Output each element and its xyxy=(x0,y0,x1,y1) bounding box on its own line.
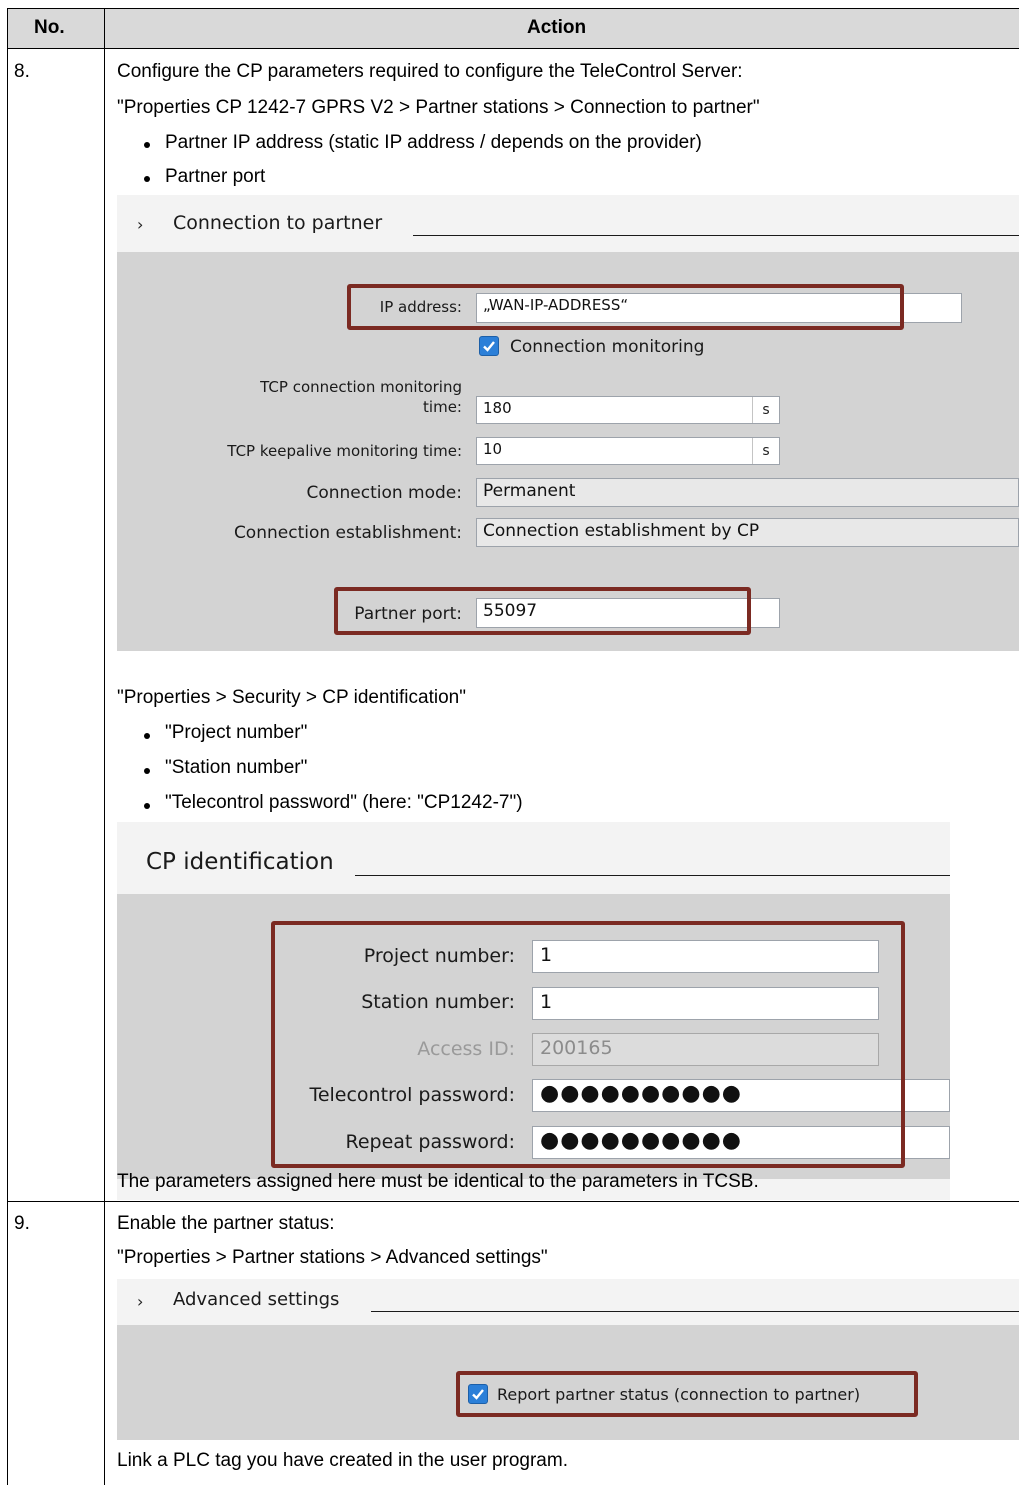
highlight-frame xyxy=(347,284,904,330)
section-rule xyxy=(413,235,1019,236)
bullet-text: "Telecontrol password" (here: "CP1242-7"… xyxy=(165,792,523,813)
step-intro: Configure the CP parameters required to … xyxy=(117,61,743,82)
checkmark-icon xyxy=(483,341,495,352)
bullet-text: Partner IP address (static IP address / … xyxy=(165,132,702,153)
section-title: Advanced settings xyxy=(173,1289,340,1310)
bullet-text: "Station number" xyxy=(165,757,308,778)
unit-label: s xyxy=(752,397,779,423)
bullet xyxy=(144,768,150,774)
table-left-border xyxy=(7,8,8,1485)
section-rule xyxy=(371,1311,1019,1312)
header-bottom-border xyxy=(7,48,1019,49)
header-no: No. xyxy=(34,17,65,38)
highlight-frame xyxy=(334,587,751,635)
step-number: 8. xyxy=(14,61,30,82)
menu-path: "Properties > Security > CP identificati… xyxy=(117,687,466,708)
table-top-border xyxy=(7,8,1019,9)
highlight-frame xyxy=(271,921,905,1168)
step-number: 9. xyxy=(14,1213,30,1234)
step-note: Link a PLC tag you have created in the u… xyxy=(117,1450,568,1471)
keepalive-label: TCP keepalive monitoring time: xyxy=(227,442,462,460)
highlight-frame xyxy=(456,1371,918,1417)
keepalive-time-field[interactable]: 10 s xyxy=(476,437,780,465)
menu-path: "Properties CP 1242-7 GPRS V2 > Partner … xyxy=(117,97,760,118)
connection-monitoring-label: Connection monitoring xyxy=(510,337,705,357)
chevron-right-icon[interactable]: › xyxy=(137,215,143,234)
connection-establishment-label: Connection establishment: xyxy=(233,523,462,543)
chevron-right-icon[interactable]: › xyxy=(137,1292,143,1311)
section-rule xyxy=(355,875,950,876)
bullet-text: Partner port xyxy=(165,166,266,187)
section-title: CP identification xyxy=(146,849,334,875)
tcp-connection-time-field[interactable]: 180 s xyxy=(476,396,780,424)
column-divider xyxy=(104,8,105,1485)
menu-path: "Properties > Partner stations > Advance… xyxy=(117,1247,548,1268)
table-header-background xyxy=(7,8,1019,48)
tcp-connection-label-line1: TCP connection monitoring xyxy=(260,378,462,396)
connection-establishment-select[interactable]: Connection establishment by CP xyxy=(476,518,1019,547)
step-note: The parameters assigned here must be ide… xyxy=(117,1171,759,1192)
bullet xyxy=(144,142,150,148)
connection-mode-label: Connection mode: xyxy=(306,483,462,503)
unit-label: s xyxy=(752,438,779,464)
tcp-connection-label-line2: time: xyxy=(423,398,462,416)
section-title: Connection to partner xyxy=(173,212,383,234)
step-intro: Enable the partner status: xyxy=(117,1213,335,1234)
row-divider xyxy=(7,1201,1019,1202)
header-action: Action xyxy=(527,17,587,38)
bullet xyxy=(144,803,150,809)
connection-monitoring-checkbox[interactable] xyxy=(479,336,499,356)
bullet xyxy=(144,176,150,182)
connection-mode-select[interactable]: Permanent xyxy=(476,478,1019,507)
bullet-text: "Project number" xyxy=(165,722,308,743)
bullet xyxy=(144,733,150,739)
